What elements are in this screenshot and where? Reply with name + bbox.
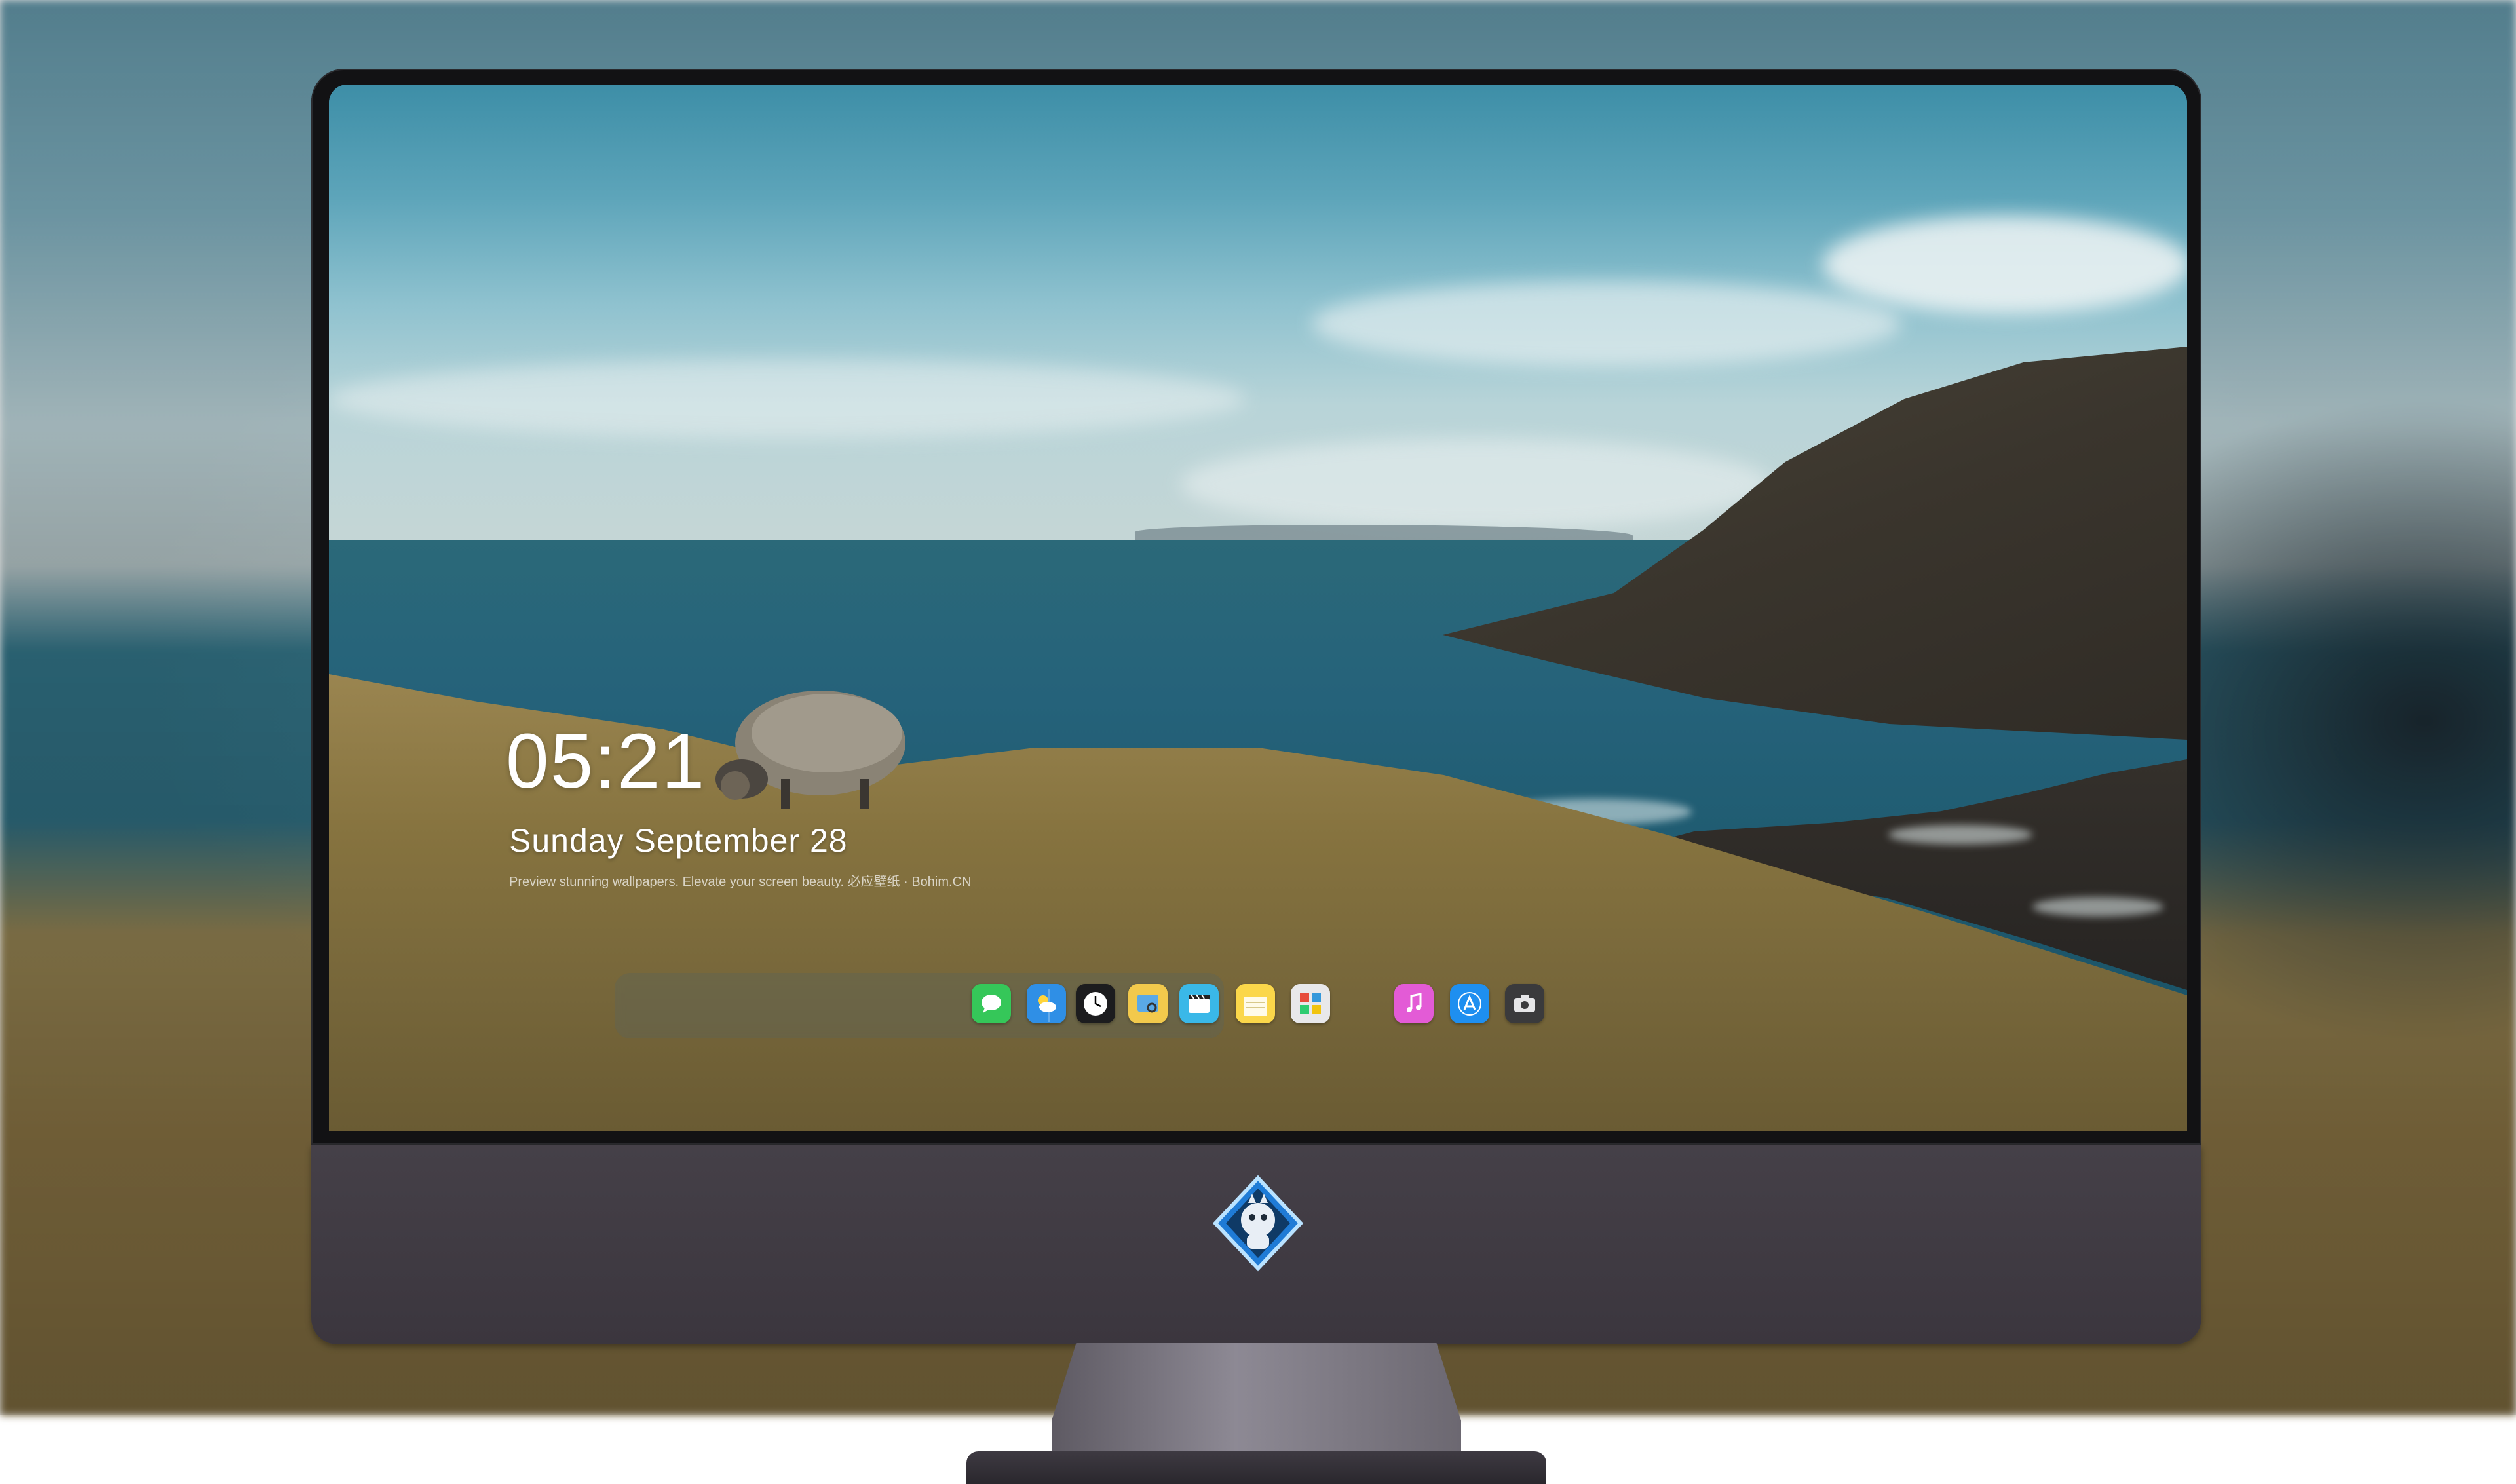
dock-separator (1048, 989, 1050, 1022)
messages-icon[interactable] (972, 984, 1011, 1023)
music-icon[interactable] (1394, 984, 1434, 1023)
brand-logo-icon (1212, 1175, 1304, 1272)
notes-icon[interactable] (1236, 984, 1275, 1023)
lock-screen-clock: 05:21 (506, 718, 706, 805)
monitor: 05:21 Sunday September 28 Preview stunni… (311, 69, 2202, 1484)
monitor-bezel: 05:21 Sunday September 28 Preview stunni… (311, 69, 2202, 1145)
clock-icon[interactable] (1076, 984, 1115, 1023)
sheep-illustration (715, 691, 905, 809)
wallpaper-cloud (1181, 438, 1770, 530)
monitor-stand-base (966, 1451, 1546, 1484)
lock-screen-date: Sunday September 28 (509, 822, 848, 859)
camera-icon[interactable] (1505, 984, 1544, 1023)
app-store-icon[interactable] (1450, 984, 1489, 1023)
wallpaper-tagline: Preview stunning wallpapers. Elevate you… (509, 875, 972, 889)
clips-icon[interactable] (1179, 984, 1219, 1023)
weather-icon[interactable] (1027, 984, 1066, 1023)
wallpaper-cloud (1823, 216, 2187, 314)
wallpaper-surf (2032, 897, 2163, 917)
wallpaper-surf (1888, 825, 2032, 845)
preview-icon[interactable] (1128, 984, 1168, 1023)
photo-booth-icon[interactable] (1291, 984, 1330, 1023)
screen: 05:21 Sunday September 28 Preview stunni… (329, 85, 2187, 1131)
wallpaper-cloud (1312, 281, 1901, 366)
wallpaper-cloud (329, 360, 1246, 438)
